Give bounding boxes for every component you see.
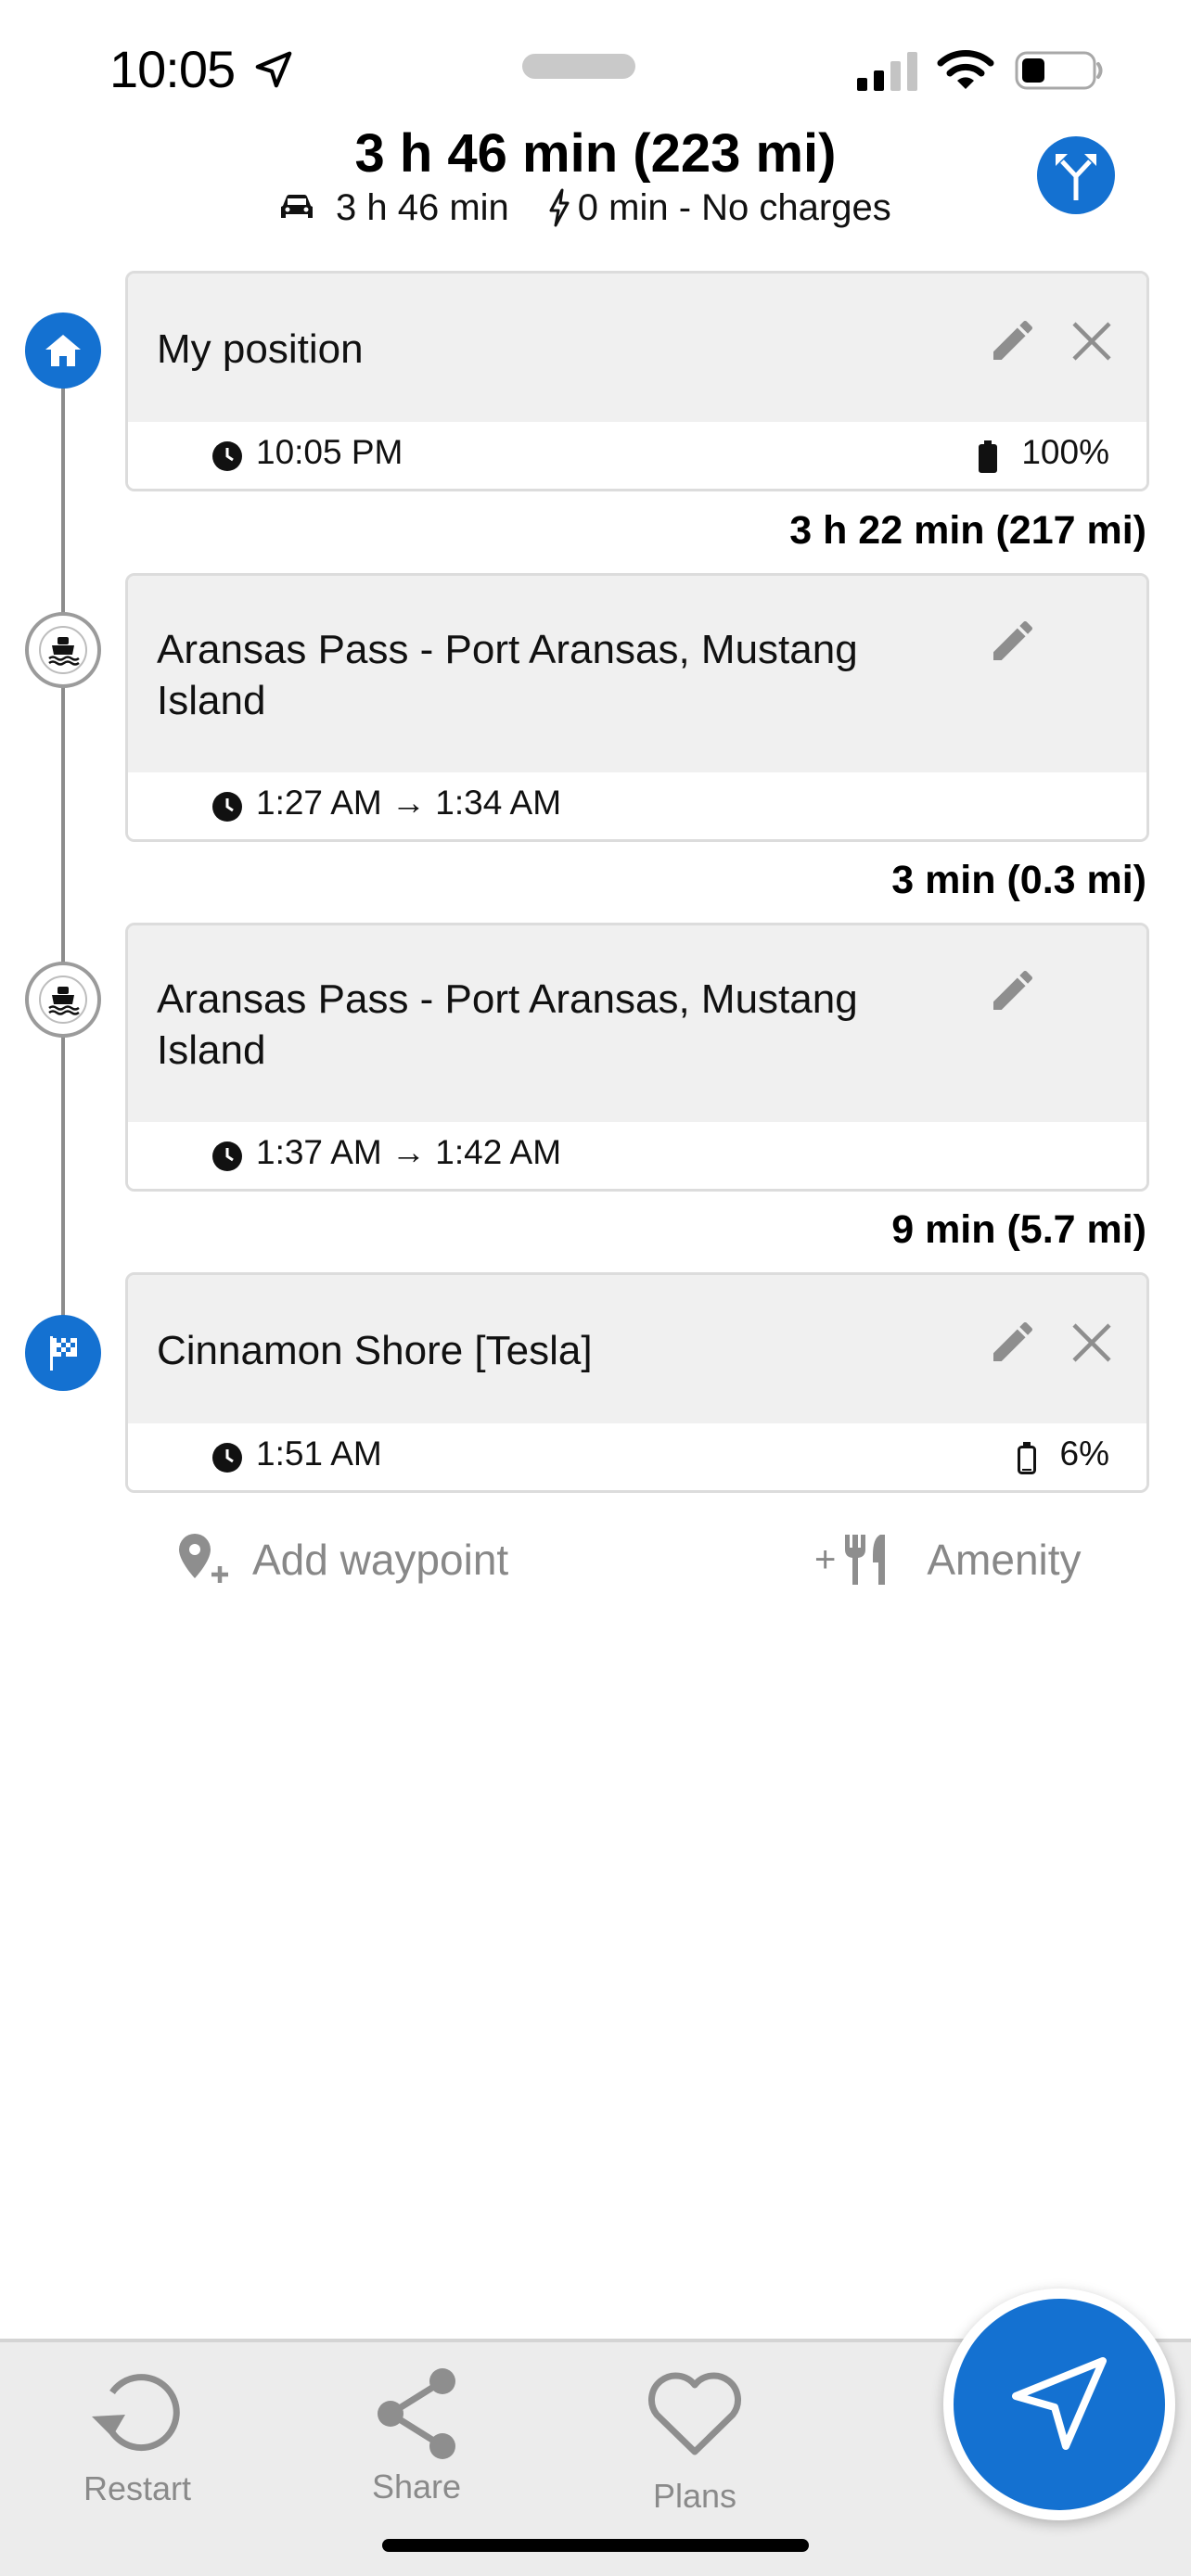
destination-node: [25, 1315, 101, 1391]
waypoint-name: Cinnamon Shore [Tesla]: [157, 1328, 593, 1373]
clock-icon: [212, 792, 242, 822]
waypoint-card-ferry[interactable]: Aransas Pass - Port Aransas, Mustang Isl…: [125, 923, 1149, 1192]
ferry-node: [25, 612, 101, 688]
amenity-label: Amenity: [927, 1536, 1082, 1584]
share-label: Share: [371, 2468, 462, 2506]
ferry-times: 1:27 AM → 1:34 AM: [256, 784, 562, 822]
start-node: [25, 312, 101, 389]
segment-duration: 3 min (0.3 mi): [891, 858, 1146, 902]
home-indicator: [382, 2539, 809, 2552]
edit-icon[interactable]: [987, 314, 1039, 366]
flag-icon: [50, 1336, 77, 1371]
dynamic-island-pill: [522, 54, 635, 79]
edit-icon[interactable]: [987, 1316, 1039, 1368]
navigation-arrow-icon: [1012, 2357, 1107, 2450]
arrival-time: 1:51 AM: [256, 1435, 382, 1473]
drive-time: 3 h 46 min: [336, 186, 509, 228]
battery-level: 100%: [1021, 433, 1109, 471]
plans-label: Plans: [652, 2477, 737, 2515]
close-icon[interactable]: [1070, 1321, 1113, 1364]
edit-icon[interactable]: [987, 615, 1039, 667]
battery-full-icon: [979, 440, 997, 473]
route-summary-title: 3 h 46 min (223 mi): [354, 123, 837, 184]
waypoint-card-start[interactable]: My position 10:05 PM 100%: [125, 271, 1149, 491]
signal-icon: [857, 52, 917, 91]
edit-icon[interactable]: [987, 964, 1039, 1016]
clock-icon: [212, 1443, 242, 1473]
add-waypoint-label: Add waypoint: [252, 1536, 509, 1584]
bolt-icon: [549, 188, 570, 227]
home-icon: [45, 335, 81, 366]
car-icon: [281, 195, 313, 218]
amenity-plus: +: [814, 1538, 837, 1580]
restart-button[interactable]: Restart: [45, 2363, 230, 2508]
waypoint-name: My position: [157, 326, 364, 372]
add-waypoint-button[interactable]: Add waypoint: [174, 1532, 508, 1588]
waypoint-name: Aransas Pass - Port Aransas, Mustang Isl…: [157, 627, 858, 723]
timeline-line: [61, 352, 65, 1354]
clock-icon: [212, 441, 242, 471]
wifi-icon: [937, 50, 994, 89]
ferry-node: [25, 962, 101, 1038]
alternative-routes-button[interactable]: [1037, 136, 1115, 214]
waypoint-card-destination[interactable]: Cinnamon Shore [Tesla] 1:51 AM 6%: [125, 1272, 1149, 1493]
battery-level: 6%: [1059, 1435, 1109, 1473]
plans-button[interactable]: Plans: [602, 2368, 788, 2516]
clock-icon: [212, 1141, 242, 1171]
location-arrow-icon: [255, 51, 292, 88]
share-icon: [378, 2368, 455, 2459]
segment-duration: 9 min (5.7 mi): [891, 1207, 1146, 1252]
restart-icon: [92, 2374, 180, 2452]
segment-duration: 3 h 22 min (217 mi): [789, 508, 1146, 553]
status-time: 10:05: [109, 40, 236, 98]
waypoint-name: Aransas Pass - Port Aransas, Mustang Isl…: [157, 976, 858, 1073]
restart-label: Restart: [83, 2469, 192, 2507]
share-button[interactable]: Share: [324, 2365, 509, 2506]
waypoint-footer: 1:27 AM → 1:34 AM: [128, 772, 1146, 839]
ferry-icon: [48, 637, 80, 666]
add-location-icon: [179, 1534, 228, 1583]
charge-summary: 0 min - No charges: [577, 186, 891, 228]
battery-low-icon: [1018, 1442, 1036, 1474]
amenity-button[interactable]: + Amenity: [814, 1532, 1082, 1588]
start-navigation-button[interactable]: [943, 2289, 1175, 2520]
battery-icon: [1015, 51, 1103, 90]
waypoint-footer: 1:51 AM 6%: [128, 1423, 1146, 1490]
ferry-times: 1:37 AM → 1:42 AM: [256, 1133, 562, 1171]
waypoint-card-ferry[interactable]: Aransas Pass - Port Aransas, Mustang Isl…: [125, 573, 1149, 842]
route-summary-details: 3 h 46 min 0 min - No charges: [278, 185, 891, 230]
fork-route-icon: [1056, 154, 1096, 200]
arrival-time: 10:05 PM: [256, 433, 403, 471]
cutlery-icon: [845, 1535, 886, 1585]
waypoint-footer: 10:05 PM 100%: [128, 422, 1146, 489]
ferry-icon: [48, 987, 80, 1015]
heart-icon: [648, 2372, 741, 2455]
close-icon[interactable]: [1070, 320, 1113, 363]
waypoint-footer: 1:37 AM → 1:42 AM: [128, 1122, 1146, 1189]
